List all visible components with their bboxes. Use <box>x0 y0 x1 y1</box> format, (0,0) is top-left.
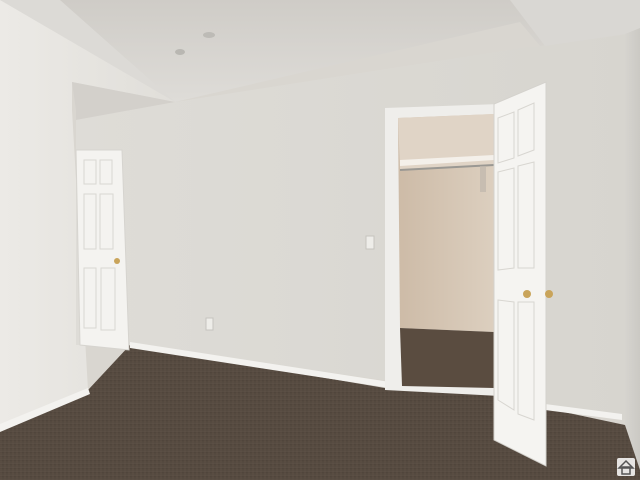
door-knob[interactable] <box>545 290 553 298</box>
home-logo-icon <box>617 458 635 476</box>
closet-door[interactable] <box>493 81 553 467</box>
right-wall <box>625 28 640 470</box>
outlet-icon <box>205 317 214 331</box>
light-switch-icon[interactable] <box>365 235 375 250</box>
left-door[interactable] <box>75 149 130 351</box>
closet-doorway <box>385 104 500 396</box>
door-knob[interactable] <box>114 258 120 264</box>
room-photo <box>0 0 640 480</box>
door-knob[interactable] <box>523 290 531 298</box>
